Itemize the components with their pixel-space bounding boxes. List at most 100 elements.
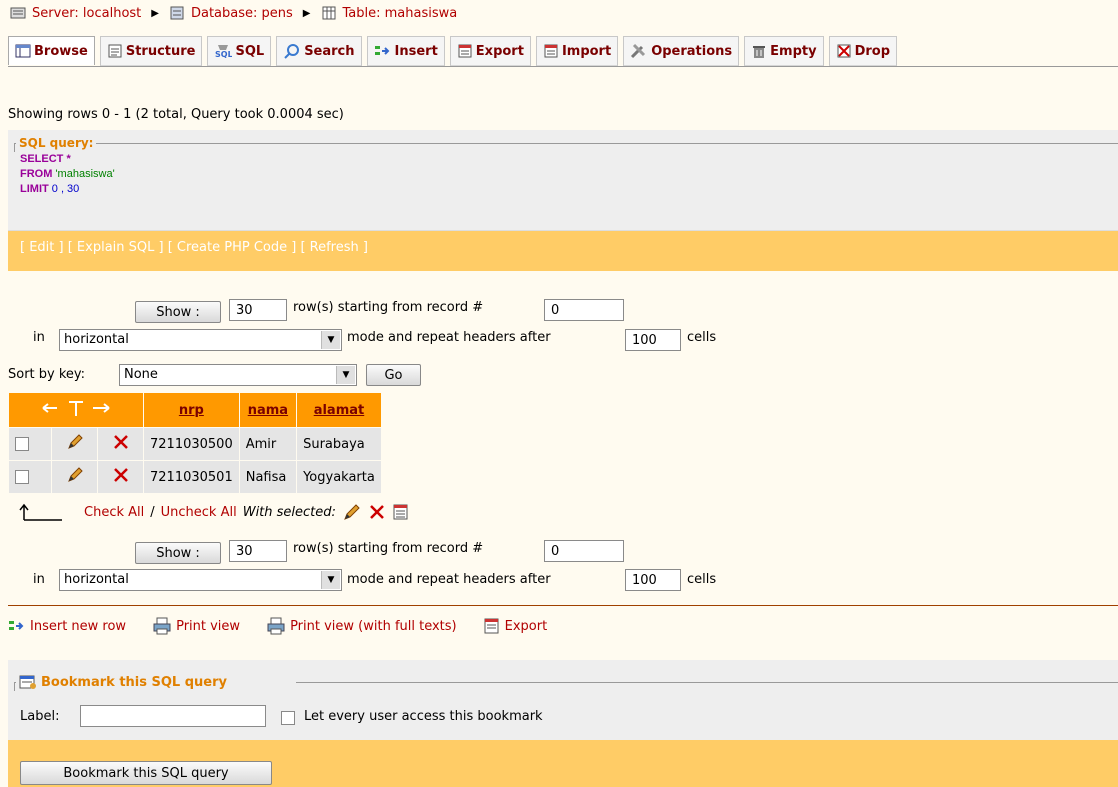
rows-label-bottom: row(s) starting from record # (293, 541, 484, 556)
with-selected-label: With selected: (242, 504, 336, 520)
tab-label: SQL (235, 43, 265, 59)
column-header-nama[interactable]: nama (239, 393, 297, 427)
insert-new-row-link[interactable]: Insert new row (8, 618, 126, 634)
tab-browse[interactable]: Browse (8, 36, 95, 65)
tab-operations[interactable]: Operations (623, 36, 740, 67)
display-mode-select[interactable]: horizontal ▼ (59, 329, 342, 351)
insert-icon (374, 46, 389, 55)
uncheck-all-link[interactable]: Uncheck All (161, 505, 237, 520)
drop-icon (837, 44, 851, 58)
repeat-headers-input-bottom[interactable]: 100 (625, 569, 681, 591)
breadcrumb-table[interactable]: Table: mahasiswa (343, 6, 458, 21)
display-mode-select-bottom[interactable]: horizontal ▼ (59, 569, 342, 591)
database-icon (170, 6, 184, 20)
bookmark-icon (19, 675, 36, 689)
import-icon (544, 44, 558, 58)
cell-nama: Amir (239, 428, 297, 460)
show-button-bottom[interactable]: Show : (135, 542, 221, 564)
cell-alamat: Yogyakarta (297, 461, 381, 493)
delete-icon[interactable] (112, 433, 130, 451)
start-record-input-bottom[interactable]: 0 (544, 540, 624, 562)
sql-query-panel (8, 130, 1118, 230)
tab-export[interactable]: Export (449, 36, 531, 67)
go-button[interactable]: Go (366, 364, 421, 386)
table-row: 7211030501 Nafisa Yogyakarta (9, 461, 381, 493)
tab-label: Browse (34, 43, 88, 59)
tab-structure[interactable]: Structure (99, 36, 203, 67)
share-bookmark-label: Let every user access this bookmark (304, 709, 543, 724)
sql-action-links[interactable]: [ Edit ] [ Explain SQL ] [ Create PHP Co… (20, 240, 368, 255)
table-header-row: nrp nama alamat (9, 393, 381, 427)
edit-pencil-icon[interactable] (66, 466, 84, 484)
tab-label: Drop (854, 43, 891, 59)
print-view-link[interactable]: Print view (152, 617, 240, 635)
repeat-headers-input[interactable]: 100 (625, 329, 681, 351)
column-header-alamat[interactable]: alamat (297, 393, 381, 427)
sql-line-from: FROM 'mahasiswa' (20, 168, 115, 180)
browse-icon (15, 44, 31, 58)
export-icon (458, 44, 472, 58)
sort-label: Sort by key: (8, 367, 86, 382)
share-bookmark-checkbox[interactable] (281, 711, 295, 725)
printer-icon (267, 617, 285, 635)
tab-search[interactable]: Search (276, 36, 362, 67)
chevron-down-icon: ▼ (336, 366, 355, 384)
breadcrumb-server[interactable]: Server: localhost (32, 6, 141, 21)
chevron-down-icon: ▼ (321, 571, 340, 589)
row-checkbox[interactable] (15, 470, 29, 484)
bookmark-label-input[interactable] (80, 705, 266, 727)
printer-icon (153, 617, 171, 635)
row-checkbox[interactable] (15, 437, 29, 451)
insert-icon (9, 621, 24, 630)
cell-nama: Nafisa (239, 461, 297, 493)
delete-icon[interactable] (112, 466, 130, 484)
section-divider (8, 605, 1118, 606)
table-row: 7211030500 Amir Surabaya (9, 428, 381, 460)
export-link[interactable]: Export (483, 617, 547, 635)
sql-icon: SQL (215, 45, 232, 59)
tab-drop[interactable]: Drop (828, 36, 898, 67)
operations-icon (631, 43, 646, 59)
in-label-bottom: in (33, 572, 45, 587)
tab-label: Import (561, 43, 612, 59)
sql-line-limit: LIMIT 0 , 30 (20, 183, 80, 195)
print-view-full-link[interactable]: Print view (with full texts) (266, 617, 457, 635)
rows-label: row(s) starting from record # (293, 300, 484, 315)
column-header-nrp[interactable]: nrp (144, 393, 239, 427)
tab-label: Empty (770, 43, 817, 59)
show-button[interactable]: Show : (135, 301, 221, 323)
svg-text:SQL: SQL (215, 50, 232, 59)
delete-icon[interactable] (368, 503, 386, 521)
repeat-label: mode and repeat headers after (347, 330, 551, 345)
sort-key-select[interactable]: None ▼ (119, 364, 357, 386)
tab-empty[interactable]: Empty (744, 36, 824, 67)
arrow-up-left-icon (19, 503, 62, 521)
with-selected-bar: Check All / Uncheck All With selected: (18, 502, 410, 522)
tab-label: Search (304, 43, 355, 59)
breadcrumb-database[interactable]: Database: pens (191, 6, 293, 21)
bookmark-submit-button[interactable]: Bookmark this SQL query (20, 761, 272, 785)
tab-label: Insert (394, 43, 438, 59)
tab-import[interactable]: Import (535, 36, 619, 67)
tab-label: Export (475, 43, 524, 59)
sql-query-legend: SQL query: (16, 136, 97, 150)
bookmark-legend: Bookmark this SQL query (16, 674, 230, 690)
rows-input[interactable]: 30 (229, 299, 287, 321)
cell-nrp: 7211030500 (144, 428, 239, 460)
tab-sql[interactable]: SQL SQL (207, 36, 272, 67)
results-table: nrp nama alamat 7211030500 Amir Surabaya… (8, 392, 382, 494)
tab-label: Structure (125, 43, 196, 59)
tab-insert[interactable]: Insert (366, 36, 445, 67)
table-icon (322, 6, 335, 20)
edit-pencil-icon[interactable] (66, 433, 84, 451)
cell-alamat: Surabaya (297, 428, 381, 460)
separator: / (150, 504, 155, 520)
start-record-input[interactable]: 0 (544, 299, 624, 321)
export-icon (484, 618, 499, 634)
edit-pencil-icon[interactable] (342, 502, 362, 522)
chevron-down-icon: ▼ (321, 331, 340, 349)
export-icon[interactable] (392, 503, 410, 521)
rows-input-bottom[interactable]: 30 (229, 540, 287, 562)
fieldset-top-border (92, 143, 1118, 144)
check-all-link[interactable]: Check All (84, 505, 144, 520)
